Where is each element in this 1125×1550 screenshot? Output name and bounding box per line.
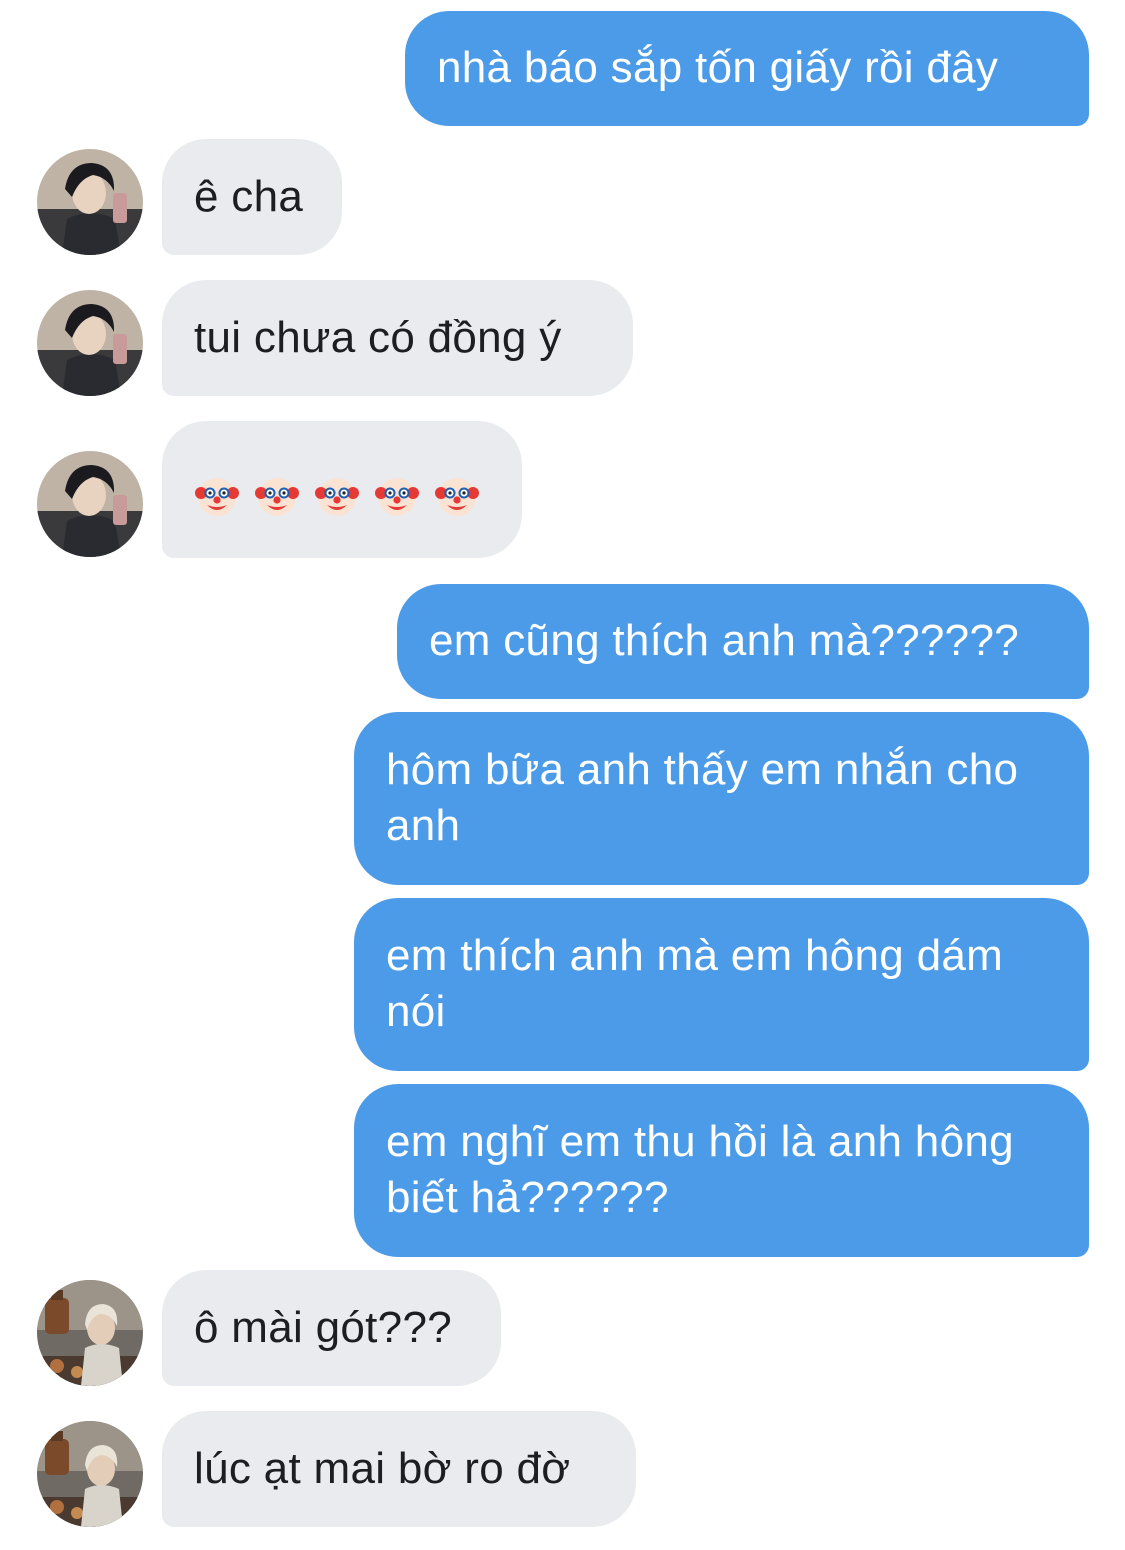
clown-face-icon [314, 473, 360, 519]
message-text: hôm bữa anh thấy em nhắn cho anh [386, 745, 1019, 850]
message-text: em cũng thích anh mà?????? [429, 616, 1019, 665]
message-text: em thích anh mà em hông dám nói [386, 931, 1004, 1036]
incoming-message-bubble[interactable]: tui chưa có đồng ý [162, 280, 633, 396]
sender-avatar[interactable] [37, 451, 143, 557]
sender-avatar[interactable] [37, 149, 143, 255]
message-text: nhà báo sắp tốn giấy rồi đây [437, 43, 999, 92]
sender-avatar[interactable] [37, 1421, 143, 1527]
sender-avatar[interactable] [37, 290, 143, 396]
sender-avatar[interactable] [37, 1280, 143, 1386]
avatar-photo [37, 1280, 143, 1386]
outgoing-message-bubble[interactable]: em cũng thích anh mà?????? [397, 584, 1089, 699]
outgoing-message-bubble[interactable]: nhà báo sắp tốn giấy rồi đây [405, 11, 1089, 126]
message-text: lúc ạt mai bờ ro đờ [194, 1444, 571, 1493]
message-text: ê cha [194, 172, 304, 221]
outgoing-message-bubble[interactable]: em nghĩ em thu hồi là anh hông biết hả??… [354, 1084, 1089, 1257]
clown-face-icon [374, 473, 420, 519]
message-text: em nghĩ em thu hồi là anh hông biết hả??… [386, 1117, 1014, 1222]
outgoing-message-bubble[interactable]: hôm bữa anh thấy em nhắn cho anh [354, 712, 1089, 885]
message-text: ô mài gót??? [194, 1303, 452, 1352]
clown-face-icon [434, 473, 480, 519]
incoming-message-bubble[interactable]: ô mài gót??? [162, 1270, 501, 1386]
avatar-photo [37, 451, 143, 557]
incoming-message-bubble[interactable] [162, 421, 522, 558]
avatar-photo [37, 290, 143, 396]
clown-face-icon [194, 473, 240, 519]
avatar-photo [37, 1421, 143, 1527]
clown-face-icon [254, 473, 300, 519]
outgoing-message-bubble[interactable]: em thích anh mà em hông dám nói [354, 898, 1089, 1071]
message-text: tui chưa có đồng ý [194, 313, 562, 362]
incoming-message-bubble[interactable]: ê cha [162, 139, 342, 255]
incoming-message-bubble[interactable]: lúc ạt mai bờ ro đờ [162, 1411, 636, 1527]
avatar-photo [37, 149, 143, 255]
